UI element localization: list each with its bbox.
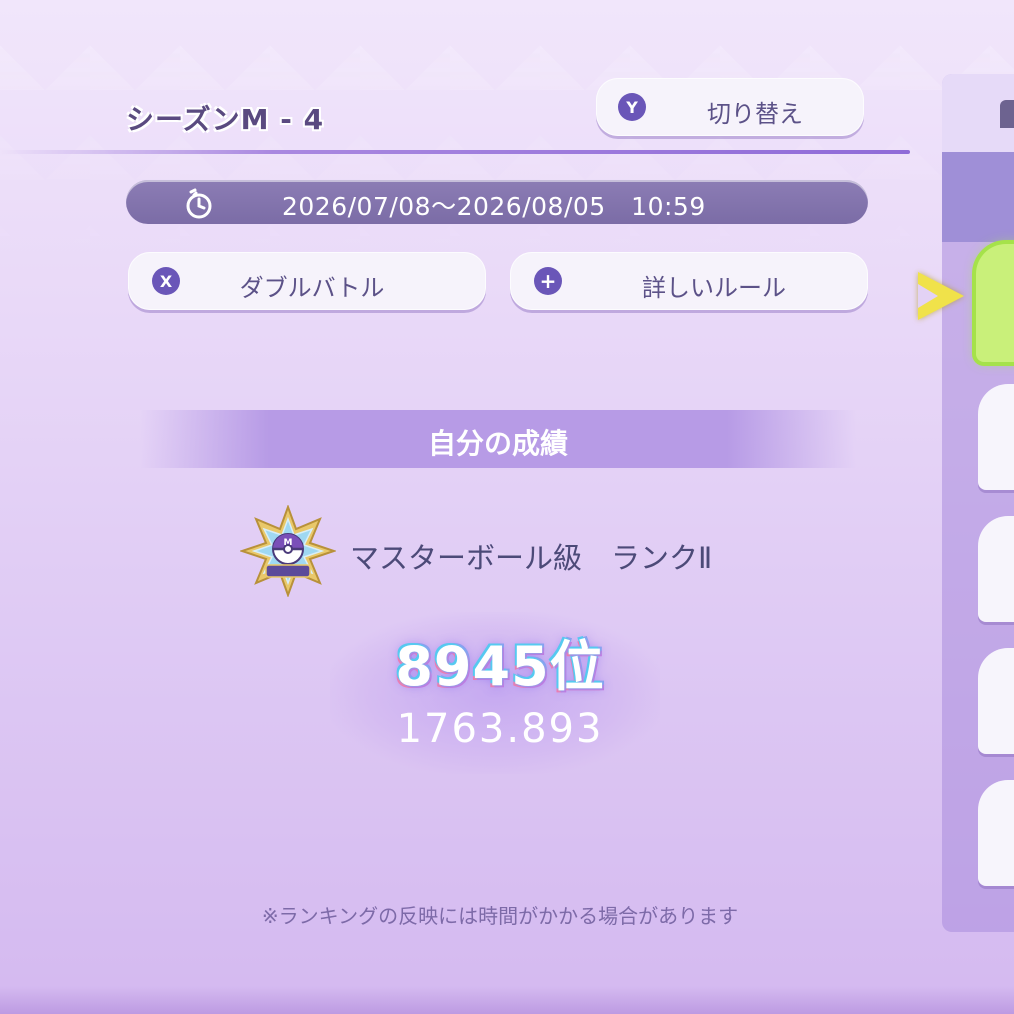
season-slot[interactable] (978, 384, 1014, 490)
selection-cursor-notch (918, 284, 938, 308)
svg-text:M: M (284, 538, 293, 548)
season-slot[interactable] (978, 516, 1014, 622)
season-period-bar: 2026/07/08〜2026/08/05 10:59 (126, 180, 868, 224)
switch-button-label: 切り替え (707, 100, 803, 128)
ranking-placement: 8945位 (395, 635, 605, 698)
rating-value: 1763.893 (396, 706, 604, 752)
season-list-tab-icon (1000, 100, 1014, 128)
season-period-text: 2026/07/08〜2026/08/05 10:59 (282, 192, 706, 221)
season-title: シーズンM - 4 (126, 103, 325, 136)
detailed-rules-label: 詳しいルール (642, 274, 786, 302)
ranking-delay-note: ※ランキングの反映には時間がかかる場合があります (261, 904, 739, 928)
battle-format-label: ダブルバトル (239, 274, 385, 302)
title-divider (0, 150, 910, 154)
results-section-header: 自分の成績 (140, 410, 856, 468)
rank-row: M マスターボール級 ランクⅡ (238, 504, 800, 598)
switch-button[interactable]: Y 切り替え (596, 78, 864, 136)
season-slot-selected[interactable] (976, 244, 1014, 362)
stopwatch-icon (182, 186, 216, 224)
rank-label: マスターボール級 ランクⅡ (350, 541, 713, 575)
season-slot[interactable] (978, 648, 1014, 754)
master-ball-rank-emblem-icon: M (238, 504, 338, 601)
battle-format-button[interactable]: X ダブルバトル (128, 252, 486, 310)
season-list-highlight-band (942, 152, 1014, 242)
results-section-title: 自分の成績 (427, 427, 568, 460)
season-slot[interactable] (978, 780, 1014, 886)
bottom-band (0, 986, 1014, 1014)
detailed-rules-button[interactable]: + 詳しいルール (510, 252, 868, 310)
